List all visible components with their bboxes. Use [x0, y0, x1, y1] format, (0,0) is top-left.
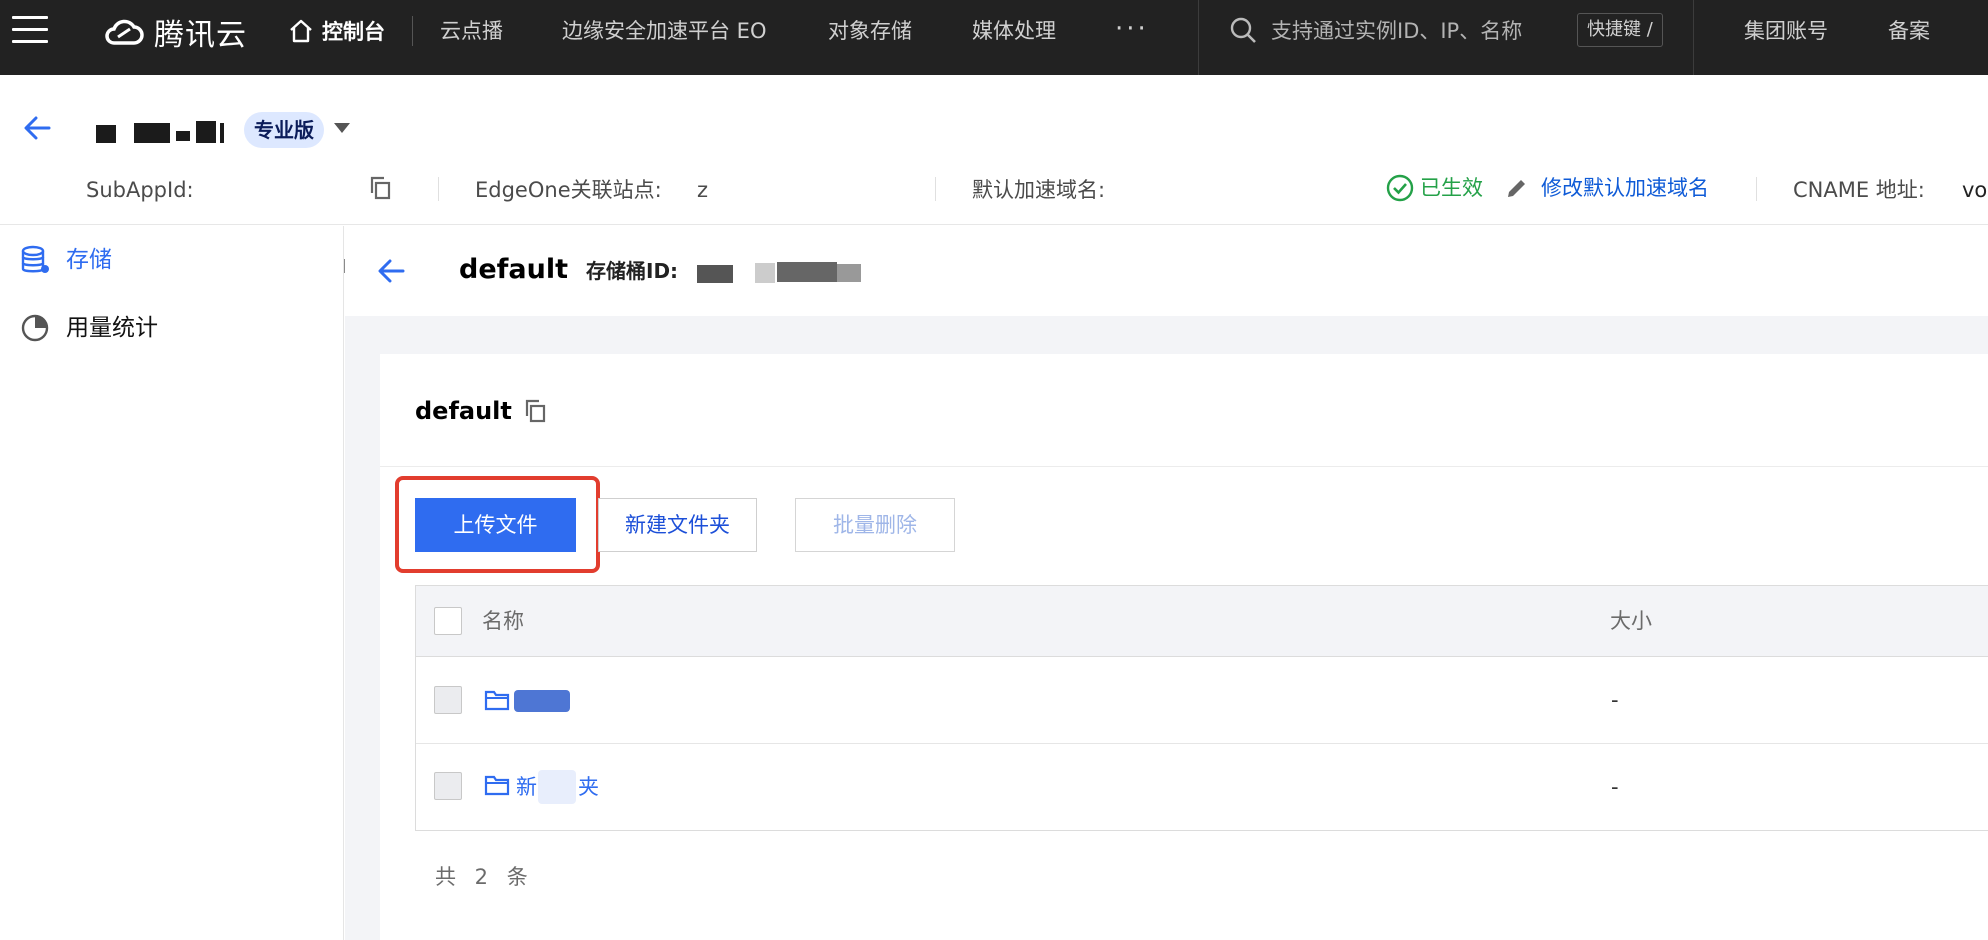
console-label: 控制台: [322, 20, 385, 44]
folder-icon: [484, 690, 510, 711]
column-size: 大小: [1610, 609, 1652, 633]
bucket-header: default 存储桶ID:: [345, 226, 1988, 316]
pie-chart-icon: [21, 314, 49, 342]
edgeone-value: z: [697, 178, 709, 202]
top-nav-bar: 腾讯云 控制台 云点播 边缘安全加速平台 EO 对象存储 媒体处理 ··· 支持…: [0, 0, 1988, 75]
meta-divider: [935, 177, 936, 201]
cname-value: vo: [1962, 178, 1988, 202]
card-divider: [380, 466, 1988, 467]
menu-icon[interactable]: [12, 16, 48, 46]
folder-icon: [484, 775, 510, 796]
edit-default-domain-link[interactable]: 修改默认加速域名: [1505, 173, 1709, 203]
new-folder-button[interactable]: 新建文件夹: [598, 498, 757, 552]
file-table: 名称 大小 - 新 夹 -: [415, 585, 1988, 831]
folder-name-redacted[interactable]: [514, 690, 570, 712]
back-arrow-icon[interactable]: [376, 256, 406, 286]
size-cell: -: [1611, 775, 1619, 799]
table-header: 名称 大小: [416, 586, 1988, 657]
card-title: default: [415, 397, 512, 425]
back-arrow-icon[interactable]: [22, 113, 52, 143]
sidebar-item-label: 存储: [66, 247, 112, 273]
edit-default-domain-label: 修改默认加速域名: [1541, 176, 1709, 200]
app-switch-caret-icon[interactable]: [334, 123, 350, 133]
meta-divider: [1756, 177, 1757, 201]
more-menu-icon[interactable]: ···: [1115, 14, 1149, 44]
table-row[interactable]: 新 夹 -: [416, 744, 1988, 830]
edition-badge: 专业版: [244, 112, 324, 148]
default-domain-label: 默认加速域名:: [972, 178, 1106, 202]
database-icon: [21, 245, 49, 273]
batch-delete-button[interactable]: 批量删除: [795, 498, 955, 552]
cloud-logo-icon: [105, 19, 144, 45]
nav-divider: [412, 16, 413, 46]
cname-label: CNAME 地址:: [1793, 178, 1925, 202]
app-name-redacted: [96, 121, 230, 147]
edgeone-label: EdgeOne关联站点:: [475, 178, 662, 202]
sidebar-item-usage[interactable]: 用量统计: [20, 312, 158, 344]
copy-bucket-icon[interactable]: [524, 399, 546, 423]
app-header: 专业版 SubAppId: EdgeOne关联站点: z 默认加速域名: 已生效: [0, 75, 1988, 279]
nav-mps[interactable]: 媒体处理: [972, 16, 1056, 46]
copy-subappid-icon[interactable]: [369, 176, 391, 200]
total-count: 共 2 条: [435, 865, 534, 889]
sidebar-item-storage[interactable]: 存储: [20, 244, 112, 276]
search-icon: [1230, 17, 1256, 43]
meta-divider: [438, 177, 439, 201]
search-placeholder: 支持通过实例ID、IP、名称: [1271, 19, 1523, 43]
bucket-id-label: 存储桶ID:: [586, 259, 679, 283]
row-checkbox[interactable]: [434, 772, 462, 800]
check-circle-icon: [1386, 174, 1414, 202]
size-cell: -: [1611, 688, 1619, 712]
folder-name-start: 新: [516, 775, 537, 799]
subappid-label: SubAppId:: [86, 178, 194, 202]
select-all-checkbox[interactable]: [434, 607, 462, 635]
nav-icp[interactable]: 备案: [1888, 16, 1930, 46]
sidebar-item-label: 用量统计: [66, 315, 158, 341]
shortcut-hint: 快捷键 /: [1577, 13, 1663, 47]
sidebar: 存储 用量统计: [0, 226, 344, 940]
bucket-card: default 上传文件 新建文件夹 批量删除 名称 大小 - 新 夹 - 共 …: [380, 354, 1988, 940]
nav-edgeone[interactable]: 边缘安全加速平台 EO: [562, 16, 766, 46]
global-search[interactable]: 支持通过实例ID、IP、名称 快捷键 /: [1198, 0, 1694, 75]
brand-name: 腾讯云: [154, 18, 247, 53]
column-name: 名称: [482, 609, 524, 633]
page-title: default: [459, 254, 568, 285]
nav-group-account[interactable]: 集团账号: [1744, 16, 1828, 46]
brand-logo[interactable]: 腾讯云: [102, 12, 247, 53]
table-row[interactable]: -: [416, 657, 1988, 743]
main-content: default 存储桶ID: default 上传文件 新建文件夹 批量删除 名…: [345, 226, 1988, 940]
pencil-icon: [1508, 180, 1525, 197]
row-checkbox[interactable]: [434, 686, 462, 714]
nav-cos[interactable]: 对象存储: [828, 16, 912, 46]
upload-file-button[interactable]: 上传文件: [415, 498, 576, 552]
console-link[interactable]: 控制台: [288, 16, 385, 46]
status-text: 已生效: [1420, 176, 1483, 200]
nav-vod[interactable]: 云点播: [440, 16, 503, 46]
home-icon: [290, 19, 312, 43]
folder-name-end: 夹: [578, 775, 599, 799]
domain-status: 已生效: [1386, 173, 1483, 203]
